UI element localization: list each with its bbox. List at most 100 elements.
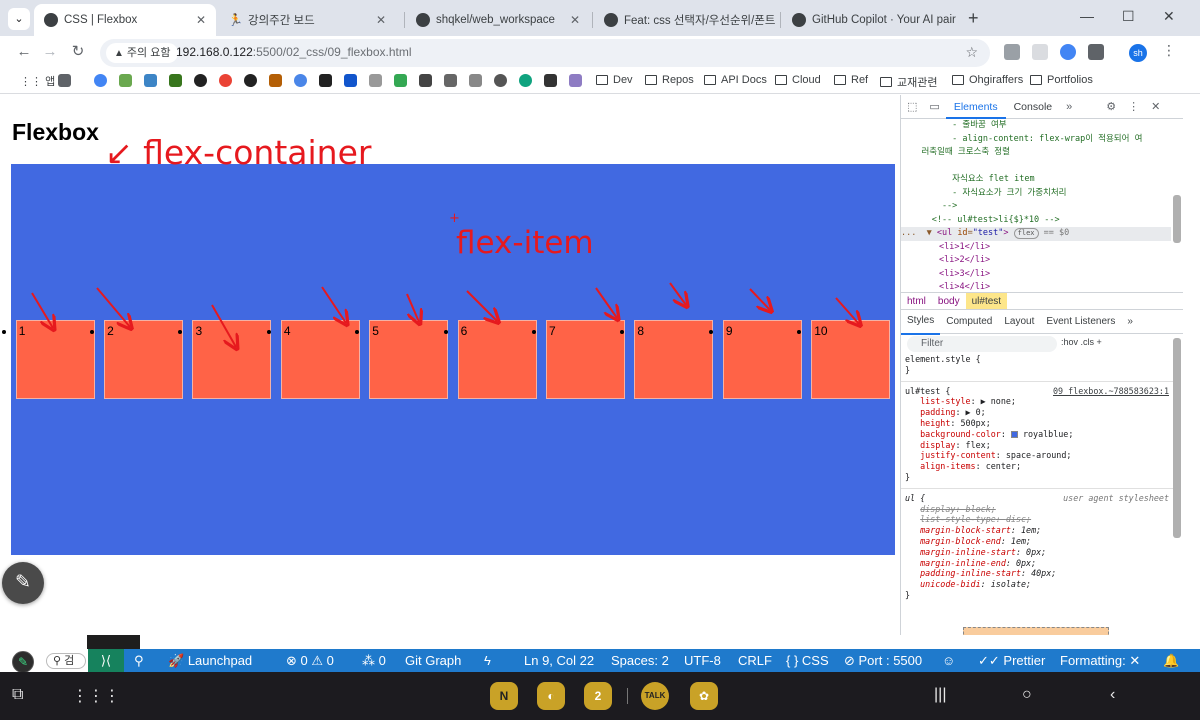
home-icon[interactable]: ○ (1022, 686, 1032, 704)
tab-github-copilot[interactable]: GitHub Copilot · Your AI pair ✕ (782, 4, 962, 36)
bookmark-icon[interactable] (169, 74, 182, 87)
bookmark-icon[interactable] (369, 74, 382, 87)
extension-icon[interactable] (1032, 44, 1048, 60)
prettier-button[interactable]: ✓✓ Prettier (978, 649, 1045, 672)
bookmark-icon[interactable] (119, 74, 132, 87)
github-icon[interactable] (244, 74, 257, 87)
cursor-position[interactable]: Ln 9, Col 22 (524, 649, 594, 672)
more-menu-icon[interactable]: ⋮ (1122, 95, 1145, 119)
breadcrumb-ul-test[interactable]: ul#test (965, 293, 1008, 309)
css-declaration[interactable]: background-color: royalblue; (901, 429, 1173, 440)
bookmark-folder-portfolios[interactable]: Portfolios (1030, 74, 1093, 86)
tab-web-workspace[interactable]: shqkel/web_workspace ✕ (406, 4, 590, 36)
more-tabs-icon[interactable]: » (1060, 95, 1078, 119)
bookmark-icon[interactable] (519, 74, 532, 87)
styles-scrollbar[interactable] (1173, 338, 1181, 538)
tab-feat-css[interactable]: Feat: css 선택자/우선순위/폰트 ✕ (594, 4, 778, 36)
css-declaration[interactable]: display: block; (901, 504, 1173, 515)
url-text[interactable]: 192.168.0.122:5500/02_css/09_flexbox.htm… (176, 45, 412, 59)
more-menu-icon[interactable]: ⋮ (1162, 42, 1176, 59)
bookmark-icon[interactable] (469, 74, 482, 87)
styles-filter-input[interactable]: Filter (907, 336, 1057, 352)
subtab-styles[interactable]: Styles (901, 309, 941, 335)
color-swatch[interactable] (1010, 430, 1018, 438)
maximize-button[interactable]: ☐ (1122, 8, 1135, 25)
close-tab-icon[interactable]: ✕ (570, 13, 580, 27)
css-declaration[interactable]: margin-inline-end: 0px; (901, 558, 1173, 569)
pen-app-icon[interactable]: ✎ (12, 651, 34, 673)
css-declaration[interactable]: padding-inline-start: 40px; (901, 568, 1173, 579)
grid-icon[interactable] (58, 74, 71, 87)
puzzle-icon[interactable] (1088, 44, 1104, 60)
notion-app-icon[interactable]: N (490, 682, 518, 710)
bookmark-star-icon[interactable]: ☆ (965, 44, 978, 61)
remote-indicator-icon[interactable]: ⟩⟨ (88, 649, 124, 672)
bookmark-folder-api-docs[interactable]: API Docs (704, 74, 767, 86)
apps-grid-icon[interactable]: ⋮⋮⋮ (72, 686, 120, 706)
close-tab-icon[interactable]: ✕ (376, 13, 386, 27)
bookmark-icon[interactable] (344, 74, 357, 87)
css-declaration[interactable]: margin-block-start: 1em; (901, 525, 1173, 536)
bookmark-folder-repos[interactable]: Repos (645, 74, 694, 86)
flex-badge[interactable]: flex (1013, 228, 1039, 239)
indentation[interactable]: Spaces: 2 (611, 649, 669, 672)
css-declaration[interactable]: list-style: ▶ none; (901, 396, 1173, 407)
close-icon[interactable]: ✕ (1145, 95, 1166, 119)
tab-flexbox[interactable]: CSS | Flexbox ✕ (34, 4, 216, 36)
apps-shortcut[interactable]: ⋮⋮ 앱 (20, 73, 55, 89)
bookmark-icon[interactable] (419, 74, 432, 87)
filter-tools[interactable]: :hov .cls + (1061, 337, 1102, 347)
formatting-status[interactable]: Formatting: ✕ (1060, 649, 1140, 672)
css-declaration[interactable]: display: flex; (901, 440, 1173, 451)
subtab-event-listeners[interactable]: Event Listeners (1040, 310, 1121, 334)
notifications-bell-icon[interactable]: 🔔 (1163, 649, 1179, 672)
kakaotalk-app-icon[interactable]: TALK (641, 682, 669, 710)
dom-node-li[interactable]: <li>2</li> (901, 254, 1171, 268)
bookmark-icon[interactable] (144, 74, 157, 87)
close-window-button[interactable]: ✕ (1163, 8, 1175, 25)
dom-node-li[interactable]: <li>1</li> (901, 241, 1171, 255)
breadcrumb-body[interactable]: body (932, 293, 966, 309)
dom-node-li[interactable]: <li>4</li> (901, 281, 1171, 292)
end-of-line[interactable]: CRLF (738, 649, 772, 672)
bookmark-icon[interactable] (394, 74, 407, 87)
live-server-port[interactable]: ⊘ Port : 5500 (844, 649, 922, 672)
bookmark-folder-cloud[interactable]: Cloud (775, 74, 821, 86)
launchpad-button[interactable]: 🚀 Launchpad (168, 649, 252, 672)
problems-indicator[interactable]: ⊗ 0 ⚠ 0 (286, 649, 334, 672)
flower-app-icon[interactable]: ✿ (690, 682, 718, 710)
css-declaration[interactable]: padding: ▶ 0; (901, 407, 1173, 418)
bookmark-folder-textbook[interactable]: 교재관련 (880, 74, 937, 90)
bookmark-icon[interactable] (219, 74, 232, 87)
bookmark-icon[interactable] (544, 74, 557, 87)
forward-arrow-icon[interactable]: → (40, 42, 60, 62)
encoding[interactable]: UTF-8 (684, 649, 721, 672)
screen-rotate-icon[interactable]: ⧉ (12, 686, 23, 704)
reload-icon[interactable]: ↻ (68, 42, 88, 62)
tab-console[interactable]: Console (1006, 95, 1061, 119)
close-tab-icon[interactable]: ✕ (196, 13, 206, 27)
subtab-layout[interactable]: Layout (998, 310, 1040, 334)
language-mode[interactable]: { } CSS (786, 649, 829, 672)
css-declaration[interactable]: justify-content: space-around; (901, 450, 1173, 461)
bookmark-icon[interactable] (94, 74, 107, 87)
breadcrumb-html[interactable]: html (901, 293, 932, 309)
bookmark-icon[interactable] (319, 74, 332, 87)
bookmark-folder-dev[interactable]: Dev (596, 74, 633, 86)
bookmark-icon[interactable] (494, 74, 507, 87)
bookmark-icon[interactable] (569, 74, 582, 87)
css-declaration[interactable]: margin-inline-start: 0px; (901, 547, 1173, 558)
rule-source-link[interactable]: 09_flexbox.~788583623:1 (1053, 386, 1173, 397)
inspect-icon[interactable]: ⬚ (901, 95, 923, 119)
bookmark-icon[interactable] (194, 74, 207, 87)
settings-gear-icon[interactable]: ⚙ (1100, 95, 1122, 119)
address-bar[interactable]: ▲ 주의 요함 192.168.0.122:5500/02_css/09_flex… (100, 39, 990, 67)
css-declaration[interactable]: height: 500px; (901, 418, 1173, 429)
minimize-button[interactable]: — (1080, 8, 1094, 24)
new-tab-button[interactable]: + (968, 8, 979, 29)
rule-selector[interactable]: ul#test { (905, 386, 950, 396)
subtab-computed[interactable]: Computed (940, 310, 998, 334)
calendar-app-icon[interactable]: 2 (584, 682, 612, 710)
tab-search-chevron-icon[interactable]: ⌄ (8, 8, 30, 30)
extension-icon[interactable] (1060, 44, 1076, 60)
